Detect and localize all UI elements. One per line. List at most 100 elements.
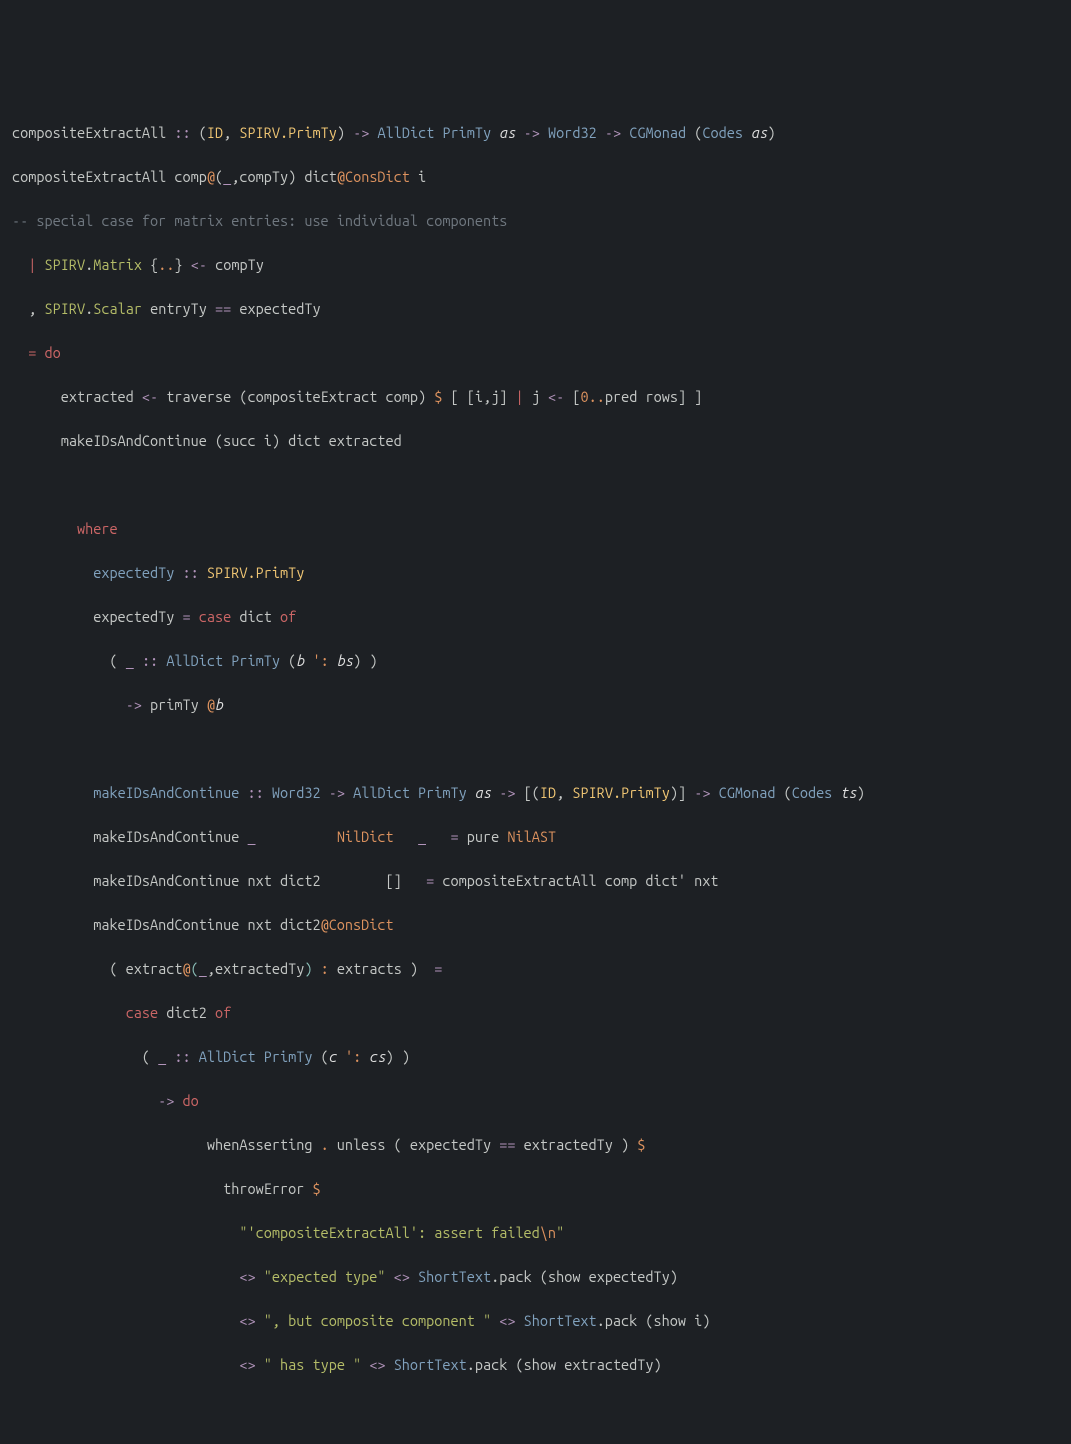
text: i: [410, 168, 426, 185]
text: pure: [459, 828, 508, 845]
code-line-3-comment: -- special case for matrix entries: use …: [12, 210, 1059, 232]
constructor: ConsDict: [345, 168, 410, 185]
code-line-14: -> primTy @b: [12, 694, 1059, 716]
concat-op: <>: [239, 1356, 255, 1373]
typevar: as: [475, 784, 491, 801]
type: Word32: [548, 124, 597, 141]
text: j: [524, 388, 548, 405]
bind-arrow: <-: [548, 388, 564, 405]
module: ShortText: [524, 1312, 597, 1329]
concat-op: <>: [239, 1312, 255, 1329]
eq-op: ==: [499, 1136, 515, 1153]
type: Codes: [702, 124, 751, 141]
type: SPIRV.PrimTy: [572, 784, 669, 801]
text: makeIDsAndContinue nxt dict2 []: [12, 872, 426, 889]
cons-op: ':: [345, 1048, 361, 1065]
typevar: bs: [337, 652, 353, 669]
code-line-23: -> do: [12, 1090, 1059, 1112]
arrow: ->: [499, 784, 515, 801]
type: Codes: [792, 784, 841, 801]
type: SPIRV.PrimTy: [239, 124, 336, 141]
type: ID: [540, 784, 556, 801]
code-line-10: where: [12, 518, 1059, 540]
paren: ) ): [386, 1048, 410, 1065]
dollar-op: $: [637, 1136, 645, 1153]
dot-op: .: [321, 1136, 329, 1153]
code-line-27: <> "expected type" <> ShortText.pack (sh…: [12, 1266, 1059, 1288]
at-op: @: [337, 168, 345, 185]
code-line-18: makeIDsAndContinue nxt dict2 [] = compos…: [12, 870, 1059, 892]
paren: [(: [516, 784, 540, 801]
range-op: ..: [589, 388, 605, 405]
eq: =: [426, 872, 434, 889]
type: AllDict PrimTy: [166, 652, 280, 669]
arrow: ->: [126, 696, 142, 713]
text: extractedTy ): [515, 1136, 637, 1153]
text: compositeExtractAll comp: [12, 168, 207, 185]
dollar-op: $: [312, 1180, 320, 1197]
code-editor: compositeExtractAll :: (ID, SPIRV.PrimTy…: [12, 100, 1059, 1444]
text: compTy: [207, 256, 264, 273]
code-line-8: makeIDsAndContinue (succ i) dict extract…: [12, 430, 1059, 452]
type: AllDict PrimTy: [199, 1048, 313, 1065]
code-line-12: expectedTy = case dict of: [12, 606, 1059, 628]
paren: (: [280, 652, 296, 669]
code-line-22: ( _ :: AllDict PrimTy (c ': cs) ): [12, 1046, 1059, 1068]
eq-op: ==: [215, 300, 231, 317]
eq: =: [434, 960, 442, 977]
at-op: @: [321, 916, 329, 933]
module: ShortText: [394, 1356, 467, 1373]
do-kw: do: [183, 1092, 199, 1109]
text: compositeExtractAll comp dict' nxt: [434, 872, 718, 889]
paren: (: [775, 784, 791, 801]
typevar: c: [329, 1048, 337, 1065]
type: CGMonad: [629, 124, 686, 141]
fn-name: expectedTy: [93, 564, 182, 581]
concat-op: <>: [499, 1312, 515, 1329]
text: unless ( expectedTy: [329, 1136, 500, 1153]
text: [ [i,j]: [442, 388, 515, 405]
of-kw: of: [215, 1004, 231, 1021]
text: traverse (compositeExtract comp): [158, 388, 434, 405]
code-line-11: expectedTy :: SPIRV.PrimTy: [12, 562, 1059, 584]
concat-op: <>: [394, 1268, 410, 1285]
type: Word32: [272, 784, 321, 801]
comma: ,: [556, 784, 572, 801]
arrow: ->: [605, 124, 621, 141]
at-op: @: [207, 168, 215, 185]
string: "expected type": [264, 1268, 386, 1285]
op-dcolon: ::: [183, 564, 199, 581]
arrow: ->: [158, 1092, 174, 1109]
constructor: Matrix: [93, 256, 142, 273]
type: SPIRV.PrimTy: [207, 564, 304, 581]
record-wild: ..: [158, 256, 174, 273]
case-kw: case: [126, 1004, 158, 1021]
constructor: NilAST: [507, 828, 556, 845]
text: extracted: [12, 388, 142, 405]
code-line-19: makeIDsAndContinue nxt dict2@ConsDict: [12, 914, 1059, 936]
paren: ): [337, 124, 353, 141]
string: ": [556, 1224, 564, 1241]
text: ,compTy) dict: [231, 168, 337, 185]
paren: )]: [670, 784, 694, 801]
op-dcolon: ::: [174, 124, 190, 141]
code-line-30-blank: [12, 1398, 1059, 1420]
paren: (: [686, 124, 702, 141]
text: dict2: [158, 1004, 215, 1021]
of-kw: of: [280, 608, 296, 625]
module: ShortText: [418, 1268, 491, 1285]
text: makeIDsAndContinue nxt dict2: [12, 916, 321, 933]
arrow: ->: [353, 124, 369, 141]
comma: ,: [223, 124, 239, 141]
text: [: [564, 388, 580, 405]
text: extracts ): [329, 960, 435, 977]
code-line-25: throwError $: [12, 1178, 1059, 1200]
code-line-31: next <- makeIDsAndContinue nxt allDict e…: [12, 1442, 1059, 1444]
type: ID: [207, 124, 223, 141]
typevar: ts: [840, 784, 856, 801]
wildcard: _: [158, 1048, 166, 1065]
code-line-29: <> " has type " <> ShortText.pack (show …: [12, 1354, 1059, 1376]
text: primTy: [142, 696, 207, 713]
op-dcolon: ::: [247, 784, 263, 801]
at-op: @: [207, 696, 215, 713]
